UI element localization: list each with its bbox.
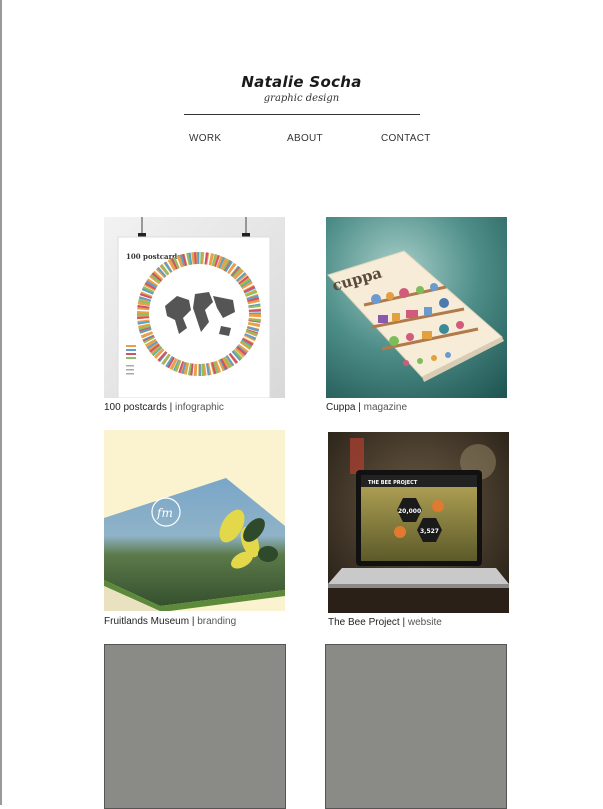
postcards-infographic-image: 100 postcards bbox=[104, 217, 285, 398]
item-category: infographic bbox=[175, 402, 224, 413]
item-category: website bbox=[407, 617, 442, 628]
bee-site-title: THE BEE PROJECT bbox=[368, 480, 418, 486]
thumb-100-postcards[interactable]: 100 postcards bbox=[104, 217, 285, 398]
item-category: branding bbox=[197, 616, 237, 627]
site-title[interactable]: Natalie Socha bbox=[0, 73, 603, 91]
caption-bee-project[interactable]: The Bee Project | website bbox=[328, 617, 442, 628]
thumb-placeholder-2[interactable] bbox=[325, 644, 507, 809]
bee-stat-2: 3,527 bbox=[420, 528, 439, 535]
caption-separator: | bbox=[191, 616, 195, 627]
thumb-cuppa[interactable]: cuppa bbox=[326, 217, 507, 398]
thumb-bee-project[interactable]: THE BEE PROJECT 20,000 3,527 bbox=[328, 432, 509, 613]
window-left-edge bbox=[0, 0, 2, 805]
nav-work[interactable]: WORK bbox=[189, 133, 221, 144]
site-subtitle: graphic design bbox=[263, 93, 340, 104]
fruitlands-branding-image: fm bbox=[104, 430, 285, 611]
nav-contact[interactable]: CONTACT bbox=[381, 133, 431, 144]
nav-about[interactable]: ABOUT bbox=[287, 133, 323, 144]
thumb-fruitlands-museum[interactable]: fm bbox=[104, 430, 285, 611]
bee-stat-1: 20,000 bbox=[398, 508, 421, 515]
caption-separator: | bbox=[358, 402, 361, 413]
item-title: Cuppa bbox=[326, 402, 356, 413]
caption-fruitlands-museum[interactable]: Fruitlands Museum | branding bbox=[104, 616, 236, 627]
caption-separator: | bbox=[169, 402, 173, 413]
item-title: 100 postcards bbox=[104, 402, 167, 413]
caption-separator: | bbox=[402, 617, 406, 628]
item-title: Fruitlands Museum bbox=[104, 616, 190, 627]
header-divider bbox=[184, 114, 420, 115]
caption-100-postcards[interactable]: 100 postcards | infographic bbox=[104, 402, 224, 413]
thumb-placeholder-1[interactable] bbox=[104, 644, 286, 809]
item-category: magazine bbox=[363, 402, 407, 413]
cuppa-magazine-image: cuppa bbox=[326, 217, 507, 398]
fm-logo-text: fm bbox=[156, 506, 173, 520]
item-title: The Bee Project bbox=[328, 617, 400, 628]
caption-cuppa[interactable]: Cuppa | magazine bbox=[326, 402, 407, 413]
bee-project-website-image: THE BEE PROJECT 20,000 3,527 bbox=[328, 432, 509, 613]
